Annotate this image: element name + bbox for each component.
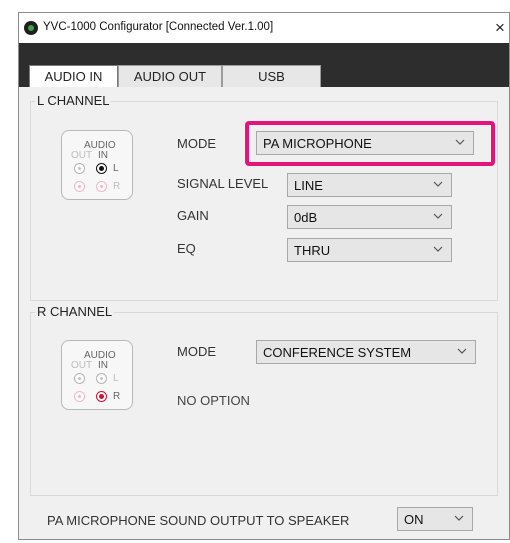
l-eq-label: EQ <box>177 241 196 256</box>
in-l-indicator <box>96 373 107 384</box>
close-button[interactable]: × <box>491 15 509 41</box>
r-mode-value: CONFERENCE SYSTEM <box>263 345 412 360</box>
audio-diagram-l-label: L <box>113 373 119 384</box>
l-eq-value: THRU <box>294 243 331 258</box>
pa-mic-output-value: ON <box>404 512 424 527</box>
l-signal-level-value: LINE <box>294 178 323 193</box>
in-r-indicator <box>96 391 107 402</box>
audio-diagram-r-label: R <box>113 391 121 402</box>
audio-diagram-l-label: L <box>113 163 119 174</box>
pa-mic-output-select[interactable]: ON <box>397 507 473 531</box>
r-no-option-text: NO OPTION <box>177 393 250 408</box>
l-gain-select[interactable]: 0dB <box>287 205 452 229</box>
r-channel-group: R CHANNEL AUDIO OUT IN L R MODE CONFEREN… <box>30 304 498 496</box>
in-r-indicator <box>96 181 107 192</box>
chevron-down-icon <box>457 348 467 354</box>
tab-audio-in[interactable]: AUDIO IN <box>29 65 118 88</box>
l-gain-value: 0dB <box>294 210 318 225</box>
in-l-indicator <box>96 163 107 174</box>
chevron-down-icon <box>454 515 464 521</box>
l-mode-label: MODE <box>177 136 216 151</box>
pa-mic-output-label: PA MICROPHONE SOUND OUTPUT TO SPEAKER <box>47 513 350 528</box>
chevron-down-icon <box>433 181 443 187</box>
l-channel-label: L CHANNEL <box>35 93 112 108</box>
configurator-window: YVC-1000 Configurator [Connected Ver.1.0… <box>18 12 510 540</box>
r-mode-label: MODE <box>177 344 216 359</box>
l-eq-select[interactable]: THRU <box>287 238 452 262</box>
tab-content-audio-in: L CHANNEL AUDIO OUT IN L R MODE PA MICRO… <box>19 87 509 539</box>
tab-usb[interactable]: USB <box>222 65 321 87</box>
mode-highlight-frame <box>245 121 495 166</box>
chevron-down-icon <box>433 213 443 219</box>
r-mode-select[interactable]: CONFERENCE SYSTEM <box>256 340 476 364</box>
l-signal-level-select[interactable]: LINE <box>287 173 452 197</box>
app-icon <box>24 21 38 35</box>
window-title: YVC-1000 Configurator [Connected Ver.1.0… <box>43 21 274 33</box>
audio-diagram-r-label: R <box>113 181 121 192</box>
audio-diagram-in-label: IN <box>98 360 108 371</box>
out-r-indicator <box>74 391 85 402</box>
tab-strip: AUDIO IN AUDIO OUT USB <box>19 43 509 88</box>
out-l-indicator <box>74 373 85 384</box>
audio-diagram-out-label: OUT <box>71 360 93 371</box>
l-signal-level-label: SIGNAL LEVEL <box>177 176 269 191</box>
r-audio-diagram: AUDIO OUT IN L R <box>61 340 133 410</box>
tab-audio-out[interactable]: AUDIO OUT <box>118 65 222 87</box>
out-r-indicator <box>74 181 85 192</box>
l-audio-diagram: AUDIO OUT IN L R <box>61 130 133 200</box>
out-l-indicator <box>74 163 85 174</box>
audio-diagram-in-label: IN <box>98 150 108 161</box>
chevron-down-icon <box>433 246 443 252</box>
title-bar: YVC-1000 Configurator [Connected Ver.1.0… <box>19 13 509 43</box>
l-channel-group: L CHANNEL AUDIO OUT IN L R MODE PA MICRO… <box>30 93 498 301</box>
audio-diagram-out-label: OUT <box>71 150 93 161</box>
l-gain-label: GAIN <box>177 208 209 223</box>
r-channel-label: R CHANNEL <box>35 304 115 319</box>
